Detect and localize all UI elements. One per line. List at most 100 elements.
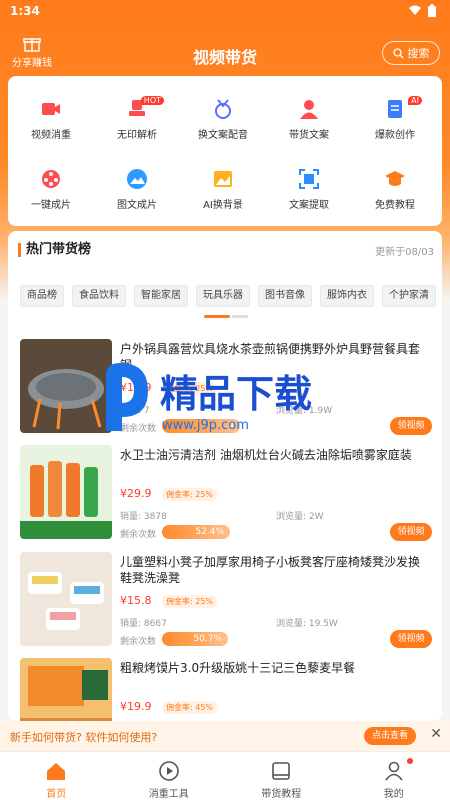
home-icon bbox=[47, 763, 66, 780]
category-tab[interactable]: 商品榜 bbox=[20, 285, 64, 307]
tool-label: 爆款创作 bbox=[375, 130, 415, 141]
hot-products-panel: 热门带货榜 更新于08/03 商品榜 食品饮料 智能家居 玩具乐器 图书音像 服饰内衣 个护… bbox=[8, 231, 442, 752]
tool-label: 免费教程 bbox=[375, 200, 415, 211]
status-time: 1:34 bbox=[10, 4, 40, 18]
help-banner-text: 新手如何带货? 软件如何使用? bbox=[10, 731, 158, 744]
product-name: 儿童塑料小凳子加厚家用椅子小板凳客厅座椅矮凳沙发换鞋凳洗澡凳 bbox=[120, 555, 421, 585]
category-tab[interactable]: 智能家居 bbox=[134, 285, 188, 307]
tool-video[interactable]: 视频消重 bbox=[8, 98, 94, 141]
product-name: 户外锅具露营炊具烧水茶壶煎锅便携野外炉具野营餐具套钢 bbox=[120, 342, 421, 372]
tool-label: 换文案配音 bbox=[198, 130, 248, 141]
tool-graduation-cap[interactable]: 免费教程 bbox=[352, 168, 438, 211]
remaining-progress: 52.4% bbox=[162, 525, 230, 539]
tools-grid: 视频消重 无印解析 HOT 换文案配音 带货文案 爆款创作 AI 一键成片 图文成片 AI换背景 文… bbox=[8, 76, 442, 226]
commission-rate: 佣金率: 25% bbox=[162, 595, 218, 608]
tool-label: AI换背景 bbox=[203, 200, 243, 211]
wifi-icon bbox=[409, 5, 421, 15]
tool-label: 无印解析 bbox=[117, 130, 157, 141]
sales-count: 销量: 7 bbox=[120, 406, 150, 416]
get-video-button[interactable]: 领视频 bbox=[390, 523, 432, 541]
search-button[interactable]: 搜索 bbox=[382, 41, 440, 65]
commission-rate: 佣金率: 25% bbox=[162, 488, 218, 501]
close-icon[interactable]: ✕ bbox=[430, 726, 442, 742]
tool-badge: HOT bbox=[140, 96, 164, 105]
product-price: ¥19.9 bbox=[120, 381, 152, 394]
tool-label: 带货文案 bbox=[289, 130, 329, 141]
tool-badge: AI bbox=[408, 96, 422, 105]
battery-icon bbox=[428, 4, 436, 17]
sales-count: 销量: 3878 bbox=[120, 512, 167, 522]
document-icon bbox=[388, 100, 402, 118]
user-icon bbox=[300, 100, 318, 119]
category-tabs: 商品榜 食品饮料 智能家居 玩具乐器 图书音像 服饰内衣 个护家清 bbox=[20, 285, 436, 307]
nav-item-book[interactable]: 带货教程 bbox=[225, 752, 338, 800]
tool-medal[interactable]: 换文案配音 bbox=[180, 98, 266, 141]
nav-label: 消重工具 bbox=[148, 789, 189, 800]
product-item[interactable]: 儿童塑料小凳子加厚家用椅子小板凳客厅座椅矮凳沙发换鞋凳洗澡凳 ¥15.8 佣金率: … bbox=[20, 552, 432, 654]
nav-item-home[interactable]: 首页 bbox=[0, 752, 113, 800]
category-tab[interactable]: 个护家清 bbox=[382, 285, 436, 307]
nav-label: 带货教程 bbox=[261, 789, 302, 800]
product-name: 粗粮烤馍片3.0升级版姚十三记三色藜麦早餐 bbox=[120, 661, 356, 675]
view-count: 浏览量: 1.9W bbox=[276, 406, 333, 416]
product-thumbnail bbox=[20, 445, 112, 539]
product-thumbnail bbox=[20, 339, 112, 433]
remaining-progress: 50.7% bbox=[162, 632, 228, 646]
tool-stamp[interactable]: 无印解析 HOT bbox=[94, 96, 180, 141]
product-price: ¥29.9 bbox=[120, 487, 152, 500]
medal-icon bbox=[215, 99, 231, 119]
scan-icon bbox=[299, 169, 319, 189]
nav-label: 我的 bbox=[383, 789, 404, 800]
product-price: ¥19.9 bbox=[120, 700, 152, 713]
get-video-button[interactable]: 领视频 bbox=[390, 630, 432, 648]
top-bar: 分享赚钱 视频带货 搜索 bbox=[0, 30, 450, 76]
product-item[interactable]: 户外锅具露营炊具烧水茶壶煎锅便携野外炉具野营餐具套钢 ¥19.9 佣金率: 25% 销… bbox=[20, 339, 432, 441]
search-label: 搜索 bbox=[407, 47, 430, 60]
category-tab[interactable]: 玩具乐器 bbox=[196, 285, 250, 307]
film-reel-icon bbox=[42, 170, 60, 188]
tool-label: 图文成片 bbox=[117, 200, 157, 211]
tool-picture[interactable]: AI换背景 bbox=[180, 168, 266, 211]
status-bar: 1:34 bbox=[0, 0, 450, 24]
tool-document[interactable]: 爆款创作 AI bbox=[352, 96, 438, 141]
tool-scan[interactable]: 文案提取 bbox=[266, 168, 352, 211]
remaining-label: 剩余次数 bbox=[120, 637, 157, 647]
category-tab[interactable]: 服饰内衣 bbox=[320, 285, 374, 307]
product-item[interactable]: 水卫士油污清洁剂 油烟机灶台火碱去油除垢喷雾家庭装 ¥29.9 佣金率: 25% 销量… bbox=[20, 445, 432, 547]
category-tab[interactable]: 图书音像 bbox=[258, 285, 312, 307]
tool-film-reel[interactable]: 一键成片 bbox=[8, 168, 94, 211]
sales-count: 销量: 8667 bbox=[120, 619, 167, 629]
nav-item-person[interactable]: 我的 bbox=[338, 752, 450, 800]
tool-image[interactable]: 图文成片 bbox=[94, 168, 180, 211]
remaining-progress: 4 bbox=[162, 419, 240, 433]
scroll-indicator-track bbox=[232, 315, 248, 318]
nav-item-play-circle[interactable]: 消重工具 bbox=[113, 752, 226, 800]
video-icon bbox=[42, 103, 60, 115]
nav-label: 首页 bbox=[46, 789, 67, 800]
remaining-label: 剩余次数 bbox=[120, 530, 157, 540]
product-price: ¥15.8 bbox=[120, 594, 152, 607]
scroll-indicator bbox=[204, 315, 230, 318]
product-thumbnail bbox=[20, 552, 112, 646]
update-time: 更新于08/03 bbox=[375, 247, 434, 258]
graduation-cap-icon bbox=[385, 171, 405, 186]
picture-icon bbox=[214, 171, 232, 187]
remaining-label: 剩余次数 bbox=[120, 424, 157, 434]
book-icon bbox=[272, 762, 291, 780]
person-icon bbox=[385, 761, 403, 781]
category-tab[interactable]: 食品饮料 bbox=[72, 285, 126, 307]
get-video-button[interactable]: 领视频 bbox=[390, 417, 432, 435]
commission-rate: 佣金率: 25% bbox=[162, 382, 218, 395]
tool-label: 文案提取 bbox=[289, 200, 329, 211]
product-name: 水卫士油污清洁剂 油烟机灶台火碱去油除垢喷雾家庭装 bbox=[120, 448, 412, 462]
bottom-nav: 首页 消重工具 带货教程 我的 bbox=[0, 751, 450, 800]
view-button[interactable]: 点击查看 bbox=[364, 727, 416, 745]
tool-label: 视频消重 bbox=[31, 130, 71, 141]
tool-user[interactable]: 带货文案 bbox=[266, 98, 352, 141]
view-count: 浏览量: 19.5W bbox=[276, 619, 338, 629]
notification-dot bbox=[407, 758, 414, 764]
commission-rate: 佣金率: 45% bbox=[162, 701, 218, 714]
help-banner[interactable]: 新手如何带货? 软件如何使用? 点击查看 ✕ bbox=[0, 721, 450, 751]
view-count: 浏览量: 2W bbox=[276, 512, 324, 522]
hot-list-title: 热门带货榜 bbox=[18, 243, 91, 257]
